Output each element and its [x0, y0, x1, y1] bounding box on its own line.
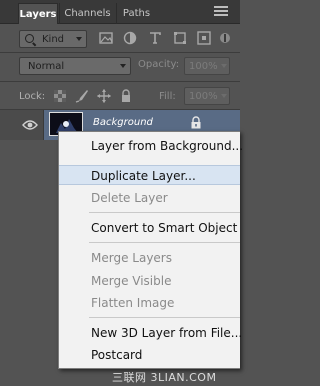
blend-mode-value: Normal: [28, 61, 65, 72]
lock-transparent-pixels-icon[interactable]: [53, 89, 67, 103]
lock-label: Lock:: [19, 91, 46, 102]
panel-menu-icon[interactable]: [214, 6, 228, 18]
divider: [0, 52, 240, 53]
menu-item-new-3d-layer-from-file[interactable]: New 3D Layer from File...: [59, 323, 242, 343]
opacity-field[interactable]: 100%: [184, 57, 230, 75]
fill-value: 100%: [189, 91, 218, 102]
tab-paths[interactable]: Paths: [116, 3, 156, 24]
menu-item-postcard[interactable]: Postcard: [59, 345, 240, 365]
filter-adjustment-icon[interactable]: [123, 31, 137, 45]
filter-shape-icon[interactable]: [173, 31, 187, 45]
filter-kind-dropdown[interactable]: Kind: [19, 30, 87, 48]
lock-image-pixels-icon[interactable]: [75, 89, 89, 103]
chevron-down-icon: [76, 37, 82, 41]
tab-layers[interactable]: Layers: [18, 3, 58, 24]
filter-toggle-icon[interactable]: [219, 31, 231, 45]
eye-icon[interactable]: [22, 119, 38, 131]
chevron-down-icon: [120, 64, 126, 68]
filter-pixel-icon[interactable]: [99, 31, 113, 45]
lock-position-icon[interactable]: [97, 89, 111, 103]
menu-separator: [89, 317, 240, 318]
chevron-down-icon: [221, 64, 227, 68]
menu-item-merge-visible[interactable]: Merge Visible: [59, 271, 240, 291]
filter-smart-object-icon[interactable]: [197, 31, 211, 45]
filter-type-icon[interactable]: [148, 31, 162, 45]
site-watermark: 三联网 3LIAN.COM: [112, 371, 217, 384]
opacity-value: 100%: [189, 61, 218, 72]
fill-field[interactable]: 100%: [184, 87, 230, 105]
chevron-down-icon: [221, 94, 227, 98]
lock-all-icon[interactable]: [119, 89, 133, 103]
menu-item-flatten-image[interactable]: Flatten Image: [59, 293, 240, 313]
menu-separator: [89, 212, 240, 213]
layer-name[interactable]: Background: [93, 117, 153, 128]
menu-item-merge-layers[interactable]: Merge Layers: [59, 248, 240, 268]
tab-channels[interactable]: Channels: [59, 3, 115, 24]
opacity-label: Opacity:: [138, 59, 180, 70]
filter-kind-label: Kind: [42, 34, 65, 45]
menu-item-layer-from-background[interactable]: Layer from Background...: [59, 136, 243, 156]
menu-item-delete-layer[interactable]: Delete Layer: [59, 188, 240, 208]
panel-tab-bar: Layers Channels Paths: [0, 0, 240, 24]
layer-context-menu: Layer from Background... Duplicate Layer…: [58, 131, 243, 369]
menu-item-convert-to-smart-object[interactable]: Convert to Smart Object: [59, 218, 240, 238]
search-icon: [25, 34, 34, 43]
menu-separator: [89, 242, 240, 243]
layer-lock-icon: [190, 116, 202, 129]
fill-label: Fill:: [159, 91, 176, 102]
divider: [0, 81, 240, 82]
blend-mode-dropdown[interactable]: Normal: [19, 57, 131, 75]
menu-item-duplicate-layer[interactable]: Duplicate Layer...: [59, 165, 240, 185]
